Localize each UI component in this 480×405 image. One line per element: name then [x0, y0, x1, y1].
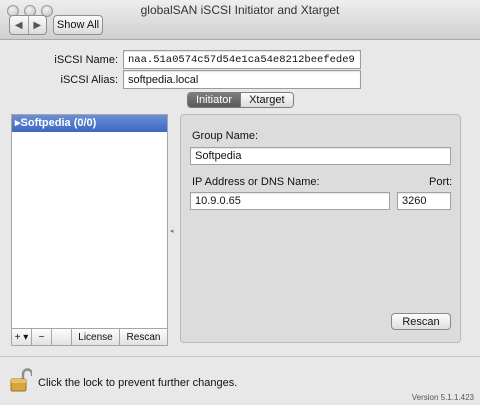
plus-menu-icon: + ▾ — [14, 331, 29, 343]
tab-initiator[interactable]: Initiator — [188, 93, 241, 107]
group-name-field[interactable]: Softpedia — [190, 147, 451, 165]
title-bar: globalSAN iSCSI Initiator and Xtarget ◀ … — [0, 0, 480, 40]
minus-icon: − — [38, 331, 45, 343]
address-field[interactable]: 10.9.0.65 — [190, 192, 390, 210]
show-all-button[interactable]: Show All — [53, 15, 103, 35]
port-field[interactable]: 3260 — [397, 192, 451, 210]
forward-button[interactable]: ▶ — [27, 16, 47, 34]
tab-xtarget[interactable]: Xtarget — [240, 93, 293, 107]
list-item[interactable]: ▸Softpedia (0/0) — [12, 115, 167, 132]
toolbar-spacer — [52, 329, 72, 345]
iscsi-name-field[interactable]: naa.51a0574c57d54e1ca54e8212beefede9 — [123, 50, 361, 69]
back-arrow-icon: ◀ — [14, 19, 23, 31]
lock-message: Click the lock to prevent further change… — [38, 377, 238, 389]
port-label: Port: — [429, 176, 453, 188]
rescan-button[interactable]: Rescan — [391, 313, 451, 330]
iscsi-alias-field[interactable]: softpedia.local — [123, 70, 361, 89]
iscsi-alias-label: iSCSI Alias: — [60, 74, 118, 86]
group-name-label: Group Name: — [192, 130, 259, 142]
forward-arrow-icon: ▶ — [33, 19, 42, 31]
group-detail-panel: Group Name: Softpedia IP Address or DNS … — [180, 114, 461, 343]
group-list-toolbar: + ▾ − License Rescan — [11, 328, 168, 346]
license-button[interactable]: License — [72, 329, 120, 345]
back-forward-control: ◀ ▶ — [9, 15, 47, 35]
iscsi-name-label: iSCSI Name: — [54, 54, 118, 66]
preferences-window: globalSAN iSCSI Initiator and Xtarget ◀ … — [0, 0, 480, 405]
address-label: IP Address or DNS Name: — [192, 176, 320, 188]
version-label: Version 5.1.1.423 — [411, 393, 474, 402]
divider-handle-icon: ◂ — [170, 228, 174, 235]
list-rescan-button[interactable]: Rescan — [120, 329, 167, 345]
remove-button[interactable]: − — [32, 329, 52, 345]
lock-icon[interactable] — [10, 368, 34, 392]
group-list: ▸Softpedia (0/0) — [11, 114, 168, 329]
back-button[interactable]: ◀ — [10, 16, 28, 34]
mode-tabs: Initiator Xtarget — [187, 92, 294, 108]
add-button[interactable]: + ▾ — [12, 329, 32, 345]
footer-divider — [0, 356, 480, 357]
